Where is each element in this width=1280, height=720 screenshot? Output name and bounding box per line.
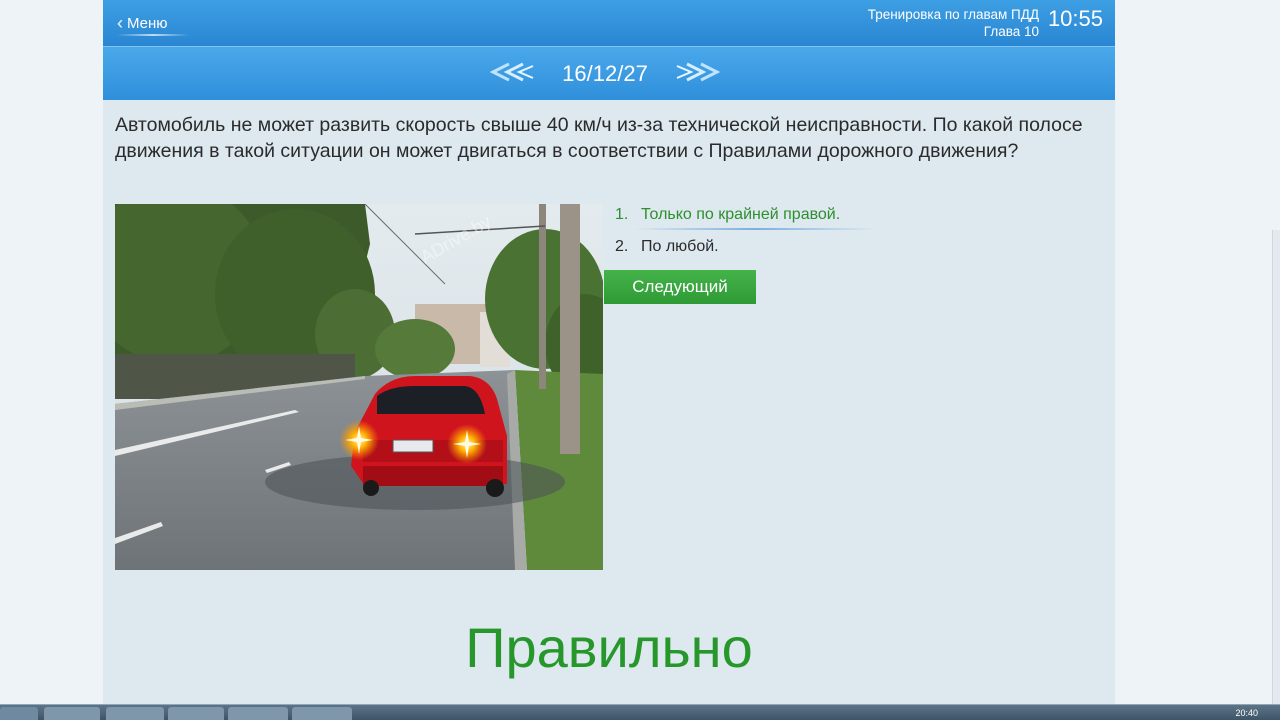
menu-button[interactable]: ‹‹ Меню (117, 11, 168, 35)
menu-underline (117, 34, 189, 36)
question-navigation: 16/12/27 (103, 46, 1115, 100)
question-photo: ADrive.by (115, 204, 603, 570)
mode-info: Тренировка по главам ПДД Глава 10 (868, 6, 1039, 40)
question-counter: 16/12/27 (562, 61, 648, 86)
chapter-label: Глава 10 (983, 24, 1039, 39)
taskbar-app-chrome[interactable] (168, 707, 224, 720)
answer-option-2[interactable]: 2. По любой. (615, 236, 1095, 268)
app-window: ‹‹ Меню Тренировка по главам ПДД Глава 1… (103, 0, 1115, 704)
answer-option-1[interactable]: 1. Только по крайней правой. (615, 204, 1095, 236)
next-question-icon[interactable] (675, 61, 721, 83)
mode-title: Тренировка по главам ПДД (867, 7, 1039, 22)
answer-number: 1. (615, 206, 629, 223)
clock: 10:55 (1047, 6, 1103, 31)
answer-underline (635, 228, 875, 230)
taskbar-app-files[interactable] (44, 707, 100, 720)
next-button[interactable]: Следующий (604, 270, 756, 304)
menu-label: Меню (127, 14, 168, 32)
taskbar: 20:40 (0, 704, 1280, 720)
answer-text: Только по крайней правой. (641, 206, 841, 223)
answer-number: 2. (615, 238, 629, 255)
result-message: Правильно (465, 616, 753, 679)
taskbar-app-opera[interactable] (106, 707, 164, 720)
taskbar-app-other[interactable] (292, 707, 352, 720)
question-text: Автомобиль не может развить скорость свы… (115, 114, 1083, 162)
taskbar-app-skype[interactable] (228, 707, 288, 720)
answer-text: По любой. (641, 238, 719, 255)
window-scrollbar[interactable] (1272, 230, 1280, 704)
previous-question-icon[interactable] (489, 61, 535, 83)
top-bar: ‹‹ Меню Тренировка по главам ПДД Глава 1… (103, 0, 1115, 46)
taskbar-clock: 20:40 (1235, 708, 1258, 718)
answers-list: 1. Только по крайней правой. 2. По любой. (615, 204, 1095, 268)
start-button[interactable] (0, 707, 38, 720)
